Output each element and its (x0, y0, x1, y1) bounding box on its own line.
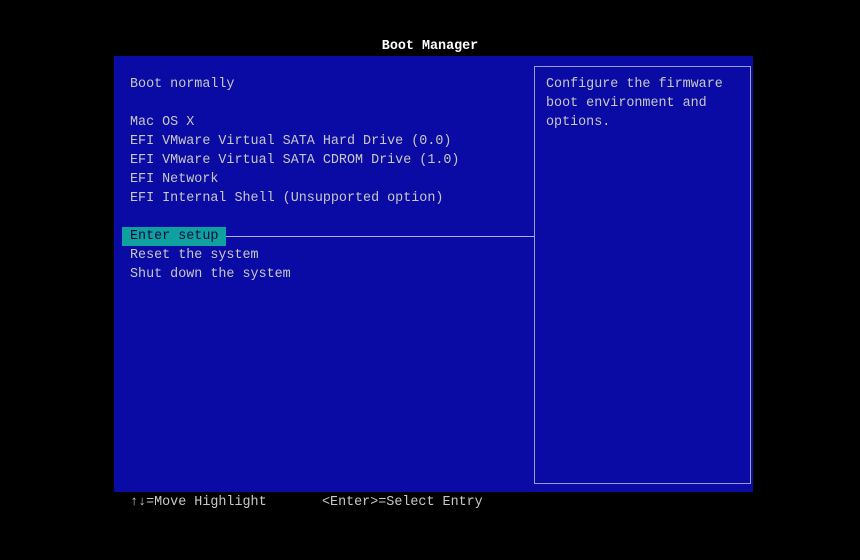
menu-item-reset[interactable]: Reset the system (130, 246, 259, 265)
menu-item-internal-shell[interactable]: EFI Internal Shell (Unsupported option) (130, 189, 443, 208)
help-text-line: Configure the firmware (546, 77, 723, 92)
page-title: Boot Manager (381, 39, 479, 54)
menu-item-network[interactable]: EFI Network (130, 170, 218, 189)
help-text-line: boot environment and (546, 96, 707, 111)
help-text-line: options. (546, 115, 611, 130)
menu-item-cdrom[interactable]: EFI VMware Virtual SATA CDROM Drive (1.0… (130, 151, 459, 170)
footer-select-hint: <Enter>=Select Entry (322, 495, 483, 510)
footer-move-hint: ↑↓=Move Highlight (130, 495, 267, 510)
menu-item-hard-drive[interactable]: EFI VMware Virtual SATA Hard Drive (0.0) (130, 132, 451, 151)
menu-item-boot-normally[interactable]: Boot normally (130, 75, 234, 94)
menu-item-mac-os-x[interactable]: Mac OS X (130, 113, 194, 132)
selection-connector-line (226, 236, 534, 237)
menu-item-enter-setup[interactable]: Enter setup (122, 227, 227, 246)
menu-item-shutdown[interactable]: Shut down the system (130, 265, 291, 284)
